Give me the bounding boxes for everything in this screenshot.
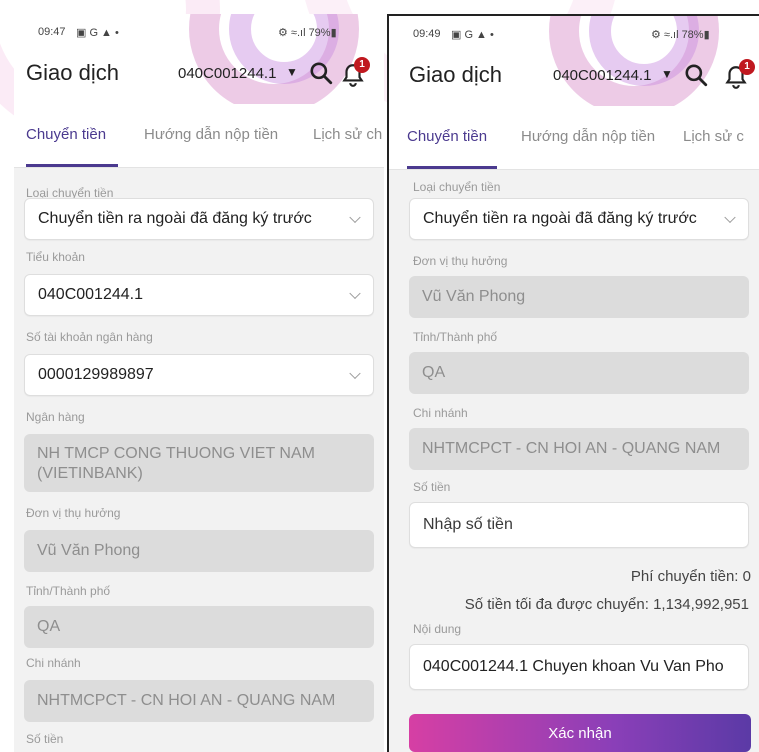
search-icon[interactable] <box>308 60 334 86</box>
phone-screen-left: 09:47 ▣ G ▲ • ⚙ ≈.ıl 79%▮ Giao dịch 040C… <box>14 14 384 752</box>
chevron-down-icon <box>349 211 361 224</box>
caret-down-icon[interactable]: ▼ <box>286 65 298 79</box>
status-time: 09:47 <box>38 26 66 38</box>
transfer-fee-text: Phí chuyển tiền: 0 <box>630 568 751 585</box>
transfer-type-select[interactable]: Chuyển tiền ra ngoài đã đăng ký trước <box>409 198 749 240</box>
chevron-down-icon <box>349 367 361 380</box>
branch-field: NHTMCPCT - CN HOI AN - QUANG NAM <box>409 428 749 470</box>
tab-bar: Chuyển tiền Hướng dẫn nộp tiền Lịch sử c… <box>14 104 384 168</box>
page-title: Giao dịch <box>26 60 119 85</box>
beneficiary-field: Vũ Văn Phong <box>409 276 749 318</box>
status-battery: ⚙ ≈.ıl 79%▮ <box>278 27 337 39</box>
tab-bar: Chuyển tiền Hướng dẫn nộp tiền Lịch sử c <box>389 106 759 170</box>
phone-screen-right: 09:49 ▣ G ▲ • ⚙ ≈.ıl 78%▮ Giao dịch 040C… <box>387 14 759 752</box>
tab-history[interactable]: Lịch sử c <box>683 128 744 145</box>
notification-badge: 1 <box>354 57 370 73</box>
content-input[interactable]: 040C001244.1 Chuyen khoan Vu Van Pho <box>409 644 749 690</box>
beneficiary-field: Vũ Văn Phong <box>24 530 374 572</box>
search-icon[interactable] <box>683 62 709 88</box>
notification-badge: 1 <box>739 59 755 75</box>
branch-label: Chi nhánh <box>26 656 81 670</box>
sub-account-label: Tiểu khoản <box>26 250 85 264</box>
active-tab-indicator <box>26 164 118 167</box>
tab-deposit-guide[interactable]: Hướng dẫn nộp tiền <box>144 126 278 143</box>
branch-field: NHTMCPCT - CN HOI AN - QUANG NAM <box>24 680 374 722</box>
chevron-down-icon <box>349 287 361 300</box>
account-selector[interactable]: 040C001244.1 <box>553 67 651 84</box>
province-field: QA <box>409 352 749 394</box>
account-selector[interactable]: 040C001244.1 <box>178 65 276 82</box>
screenshot-stage: 09:47 ▣ G ▲ • ⚙ ≈.ıl 79%▮ Giao dịch 040C… <box>0 0 759 752</box>
sub-account-value: 040C001244.1 <box>38 286 143 303</box>
tab-transfer[interactable]: Chuyển tiền <box>26 126 106 143</box>
tab-deposit-guide[interactable]: Hướng dẫn nộp tiền <box>521 128 655 145</box>
tab-transfer[interactable]: Chuyển tiền <box>407 128 487 145</box>
province-value: QA <box>37 618 61 635</box>
active-tab-indicator <box>407 166 497 169</box>
status-battery: ⚙ ≈.ıl 78%▮ <box>651 29 710 41</box>
province-field: QA <box>24 606 374 648</box>
content-label: Nội dung <box>413 622 462 636</box>
page-title: Giao dịch <box>409 62 502 87</box>
bank-value-line: NH TMCP CONG THUONG VIET NAM <box>37 445 315 462</box>
bank-label: Ngân hàng <box>26 410 85 424</box>
chevron-down-icon <box>724 211 736 224</box>
province-label: Tỉnh/Thành phố <box>26 584 111 598</box>
bank-value-line: (VIETINBANK) <box>37 465 143 482</box>
status-icons: ▣ G ▲ • <box>451 29 494 41</box>
bank-account-select[interactable]: 0000129989897 <box>24 354 374 396</box>
bank-account-value: 0000129989897 <box>38 366 154 383</box>
content-value: 040C001244.1 Chuyen khoan Vu Van Pho <box>423 658 724 675</box>
caret-down-icon[interactable]: ▼ <box>661 67 673 81</box>
amount-label: Số tiền <box>26 732 64 746</box>
bank-field: NH TMCP CONG THUONG VIET NAM (VIETINBANK… <box>24 434 374 492</box>
tab-history[interactable]: Lịch sử ch <box>313 126 382 143</box>
max-amount-text: Số tiền tối đa được chuyển: 1,134,992,95… <box>464 596 749 613</box>
bank-account-label: Số tài khoản ngân hàng <box>26 330 153 344</box>
amount-placeholder: Nhập số tiền <box>423 516 513 533</box>
confirm-button[interactable]: Xác nhận <box>409 714 751 752</box>
transfer-type-value: Chuyển tiền ra ngoài đã đăng ký trước <box>423 210 697 227</box>
branch-value: NHTMCPCT - CN HOI AN - QUANG NAM <box>422 440 721 457</box>
transfer-type-select[interactable]: Chuyển tiền ra ngoài đã đăng ký trước <box>24 198 374 240</box>
branch-value: NHTMCPCT - CN HOI AN - QUANG NAM <box>37 692 336 709</box>
province-value: QA <box>422 364 446 381</box>
branch-label: Chi nhánh <box>413 406 468 420</box>
transfer-type-value: Chuyển tiền ra ngoài đã đăng ký trước <box>38 210 312 227</box>
province-label: Tỉnh/Thành phố <box>413 330 498 344</box>
transfer-type-label: Loại chuyển tiền <box>413 180 501 194</box>
beneficiary-value: Vũ Văn Phong <box>422 288 526 305</box>
status-icons: ▣ G ▲ • <box>76 27 119 39</box>
beneficiary-label: Đơn vị thụ hưởng <box>26 506 121 520</box>
status-time: 09:49 <box>413 28 441 40</box>
amount-input[interactable]: Nhập số tiền <box>409 502 749 548</box>
beneficiary-label: Đơn vị thụ hưởng <box>413 254 508 268</box>
beneficiary-value: Vũ Văn Phong <box>37 542 141 559</box>
amount-label: Số tiền <box>413 480 451 494</box>
sub-account-select[interactable]: 040C001244.1 <box>24 274 374 316</box>
